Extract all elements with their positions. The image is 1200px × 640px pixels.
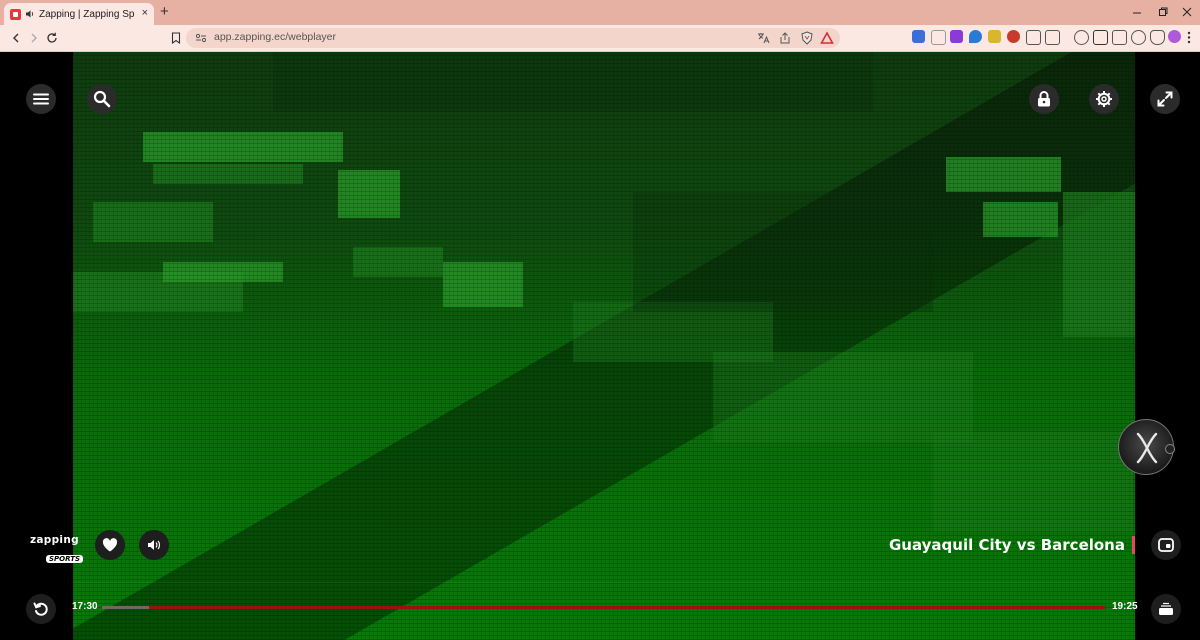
music-icon[interactable] <box>1074 30 1089 45</box>
close-window-icon[interactable] <box>1182 7 1192 17</box>
chevron-right-icon <box>31 33 37 43</box>
vpn-shield-icon[interactable] <box>1150 30 1165 45</box>
menu-kebab-icon[interactable] <box>1187 31 1191 44</box>
location-extension-icon[interactable] <box>969 30 982 43</box>
restart-button[interactable] <box>26 594 56 624</box>
parental-lock-button[interactable] <box>1029 84 1059 114</box>
live-marker <box>1132 536 1135 554</box>
volume-button[interactable] <box>139 530 169 560</box>
back-button[interactable] <box>8 30 24 46</box>
extension-icon[interactable] <box>988 30 1001 43</box>
floating-indicator-dot <box>1165 444 1175 454</box>
start-time: 17:30 <box>72 601 98 612</box>
picture-in-picture-button[interactable] <box>1151 530 1181 560</box>
favorite-button[interactable] <box>95 530 125 560</box>
tab-audio-icon[interactable] <box>25 9 35 19</box>
puzzle-extension-icon[interactable] <box>1026 30 1041 45</box>
reload-button[interactable] <box>44 30 60 46</box>
browser-tab-strip: Zapping | Zapping Sports+ × + <box>0 0 1200 25</box>
sidebar-icon[interactable] <box>1093 30 1108 45</box>
brave-rewards-icon[interactable] <box>820 31 834 45</box>
zapping-sports-logo: zapping SPORTS <box>30 534 84 565</box>
pip-icon <box>1158 538 1174 552</box>
expand-icon <box>1157 91 1173 107</box>
extension-icon[interactable] <box>912 30 925 43</box>
translate-icon[interactable] <box>756 31 770 45</box>
tab-close-button[interactable]: × <box>142 7 148 19</box>
progress-bar[interactable] <box>102 606 1105 609</box>
video-player[interactable]: zapping SPORTS Guayaquil City vs Barcelo… <box>0 52 1200 640</box>
url-text[interactable]: app.zapping.ec/webplayer <box>214 31 336 43</box>
brand-subtitle: SPORTS <box>46 555 84 563</box>
restore-icon[interactable] <box>1158 7 1168 17</box>
gear-icon <box>1096 91 1112 107</box>
settings-button[interactable] <box>1089 84 1119 114</box>
extension-icon[interactable] <box>950 30 963 43</box>
site-info-icon[interactable] <box>194 31 208 45</box>
leo-ai-icon[interactable] <box>1131 30 1146 45</box>
browser-tab-active[interactable]: Zapping | Zapping Sports+ × <box>4 3 154 25</box>
hamburger-icon <box>33 93 49 105</box>
menu-button[interactable] <box>26 84 56 114</box>
search-button[interactable] <box>87 84 117 114</box>
pencil-extension-icon[interactable] <box>931 30 946 45</box>
fullscreen-button[interactable] <box>1150 84 1180 114</box>
search-icon <box>93 90 111 108</box>
brave-shield-icon[interactable] <box>800 31 814 45</box>
divider <box>73 582 1135 583</box>
stack-icon <box>1159 602 1173 615</box>
heart-icon <box>102 538 118 552</box>
reload-icon <box>47 32 57 43</box>
progress-played <box>102 606 150 609</box>
reading-list-icon[interactable] <box>1112 30 1127 45</box>
browser-toolbar: app.zapping.ec/webplayer <box>0 25 1200 52</box>
replay-icon <box>33 602 48 616</box>
address-bar[interactable]: app.zapping.ec/webplayer <box>186 28 840 48</box>
minimize-icon[interactable] <box>1132 8 1142 18</box>
end-time: 19:25 <box>1112 601 1138 612</box>
floating-logo-button[interactable] <box>1118 419 1175 475</box>
zapping-favicon-icon <box>10 8 21 20</box>
chevron-left-icon <box>13 33 19 43</box>
tab-title: Zapping | Zapping Sports+ <box>39 8 135 20</box>
channel-list-button[interactable] <box>1151 594 1181 624</box>
wallet-icon[interactable] <box>1168 30 1181 43</box>
bookmark-button[interactable] <box>168 30 184 46</box>
extension-icon[interactable] <box>1045 30 1060 45</box>
forward-button[interactable] <box>26 30 42 46</box>
share-icon[interactable] <box>778 31 792 45</box>
bookmark-icon <box>171 32 181 44</box>
speaker-icon <box>148 540 161 550</box>
match-title: Guayaquil City vs Barcelona <box>889 536 1125 554</box>
lock-icon <box>1038 91 1050 107</box>
new-tab-button[interactable]: + <box>160 3 169 21</box>
brand-name: zapping <box>30 534 79 546</box>
extension-icon[interactable] <box>1007 30 1020 43</box>
